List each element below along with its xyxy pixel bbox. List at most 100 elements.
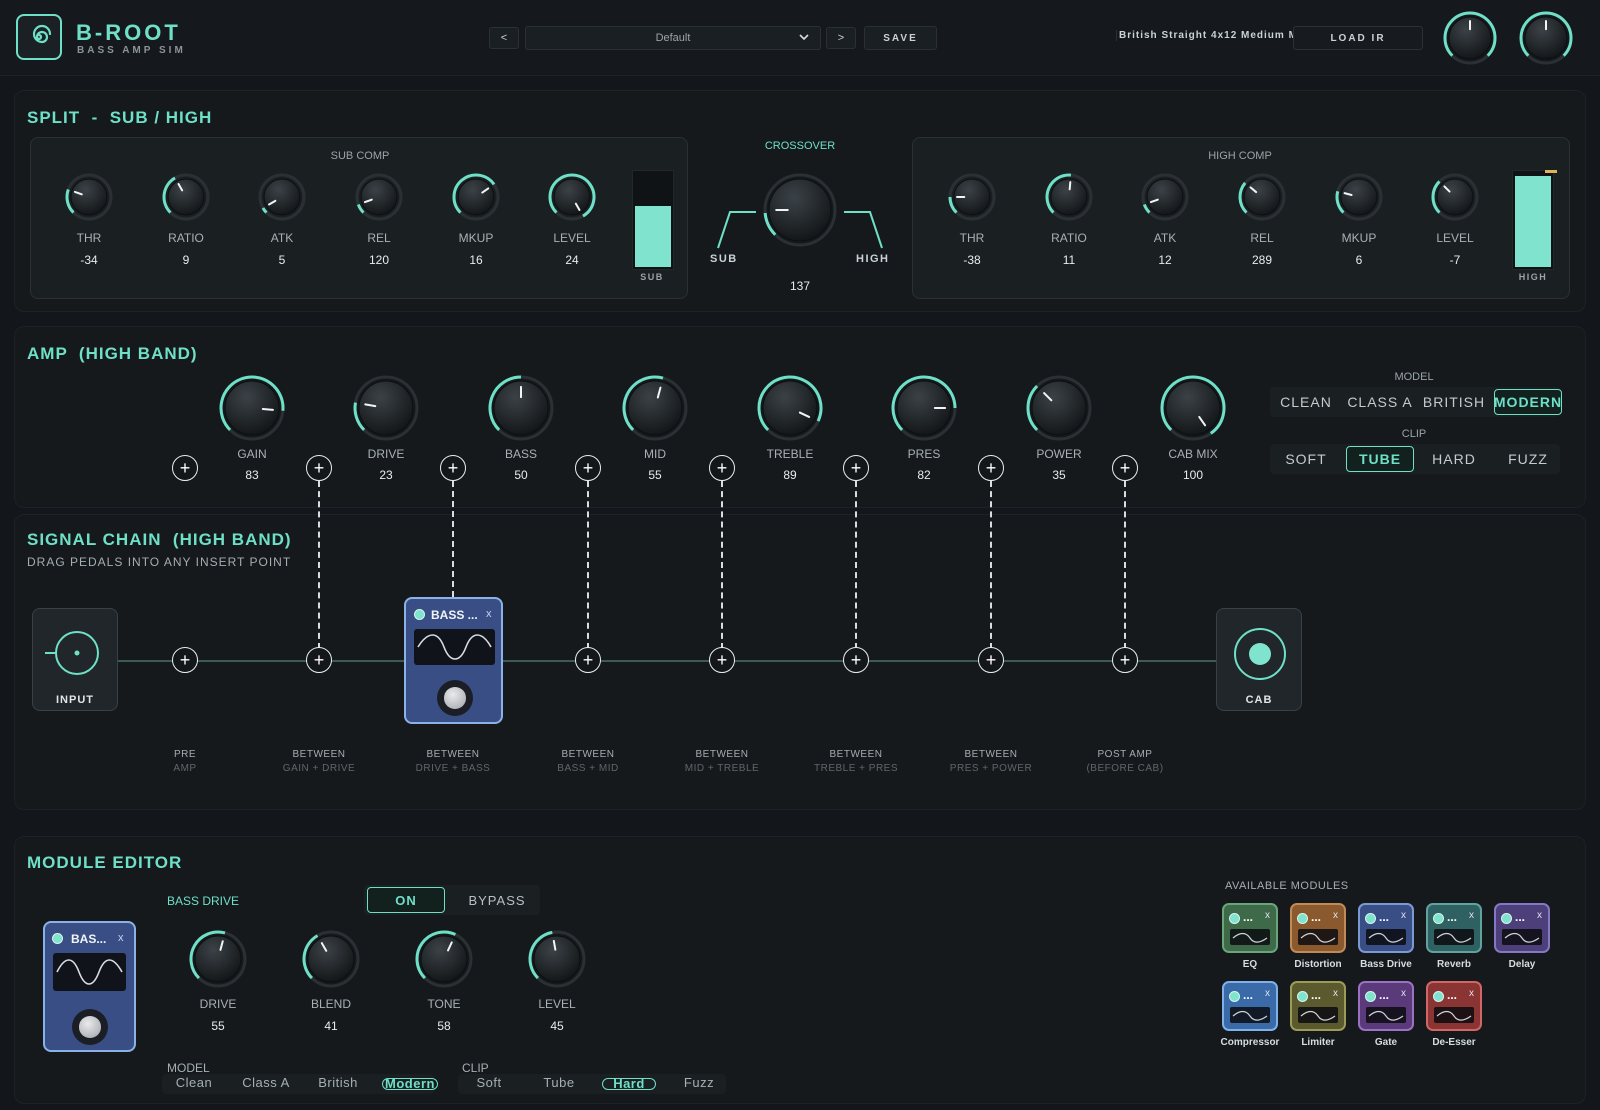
module-tile-reverb[interactable]: ... x	[1426, 903, 1482, 953]
amp-insert-add-button[interactable]: +	[843, 455, 869, 481]
amp-model-british[interactable]: BRITISH	[1420, 389, 1488, 415]
level-knob[interactable]	[547, 172, 597, 222]
insert-connector	[721, 481, 723, 649]
insert-connector	[990, 481, 992, 649]
module-tile-eq[interactable]: ... x	[1222, 903, 1278, 953]
pedal-close-icon[interactable]: x	[486, 608, 492, 620]
preset-prev-button[interactable]: <	[489, 27, 519, 49]
pedal-footswitch[interactable]	[437, 680, 473, 716]
chain-insert-add-button[interactable]: +	[172, 647, 198, 673]
insert-point-label: BETWEEN TREBLE + PRES	[801, 748, 911, 776]
module-led-icon	[1229, 913, 1240, 924]
sub-comp-label: SUB COMP	[330, 150, 390, 162]
amp-clip-hard[interactable]: HARD	[1420, 446, 1488, 472]
crossover-knob[interactable]	[762, 172, 838, 248]
amp-insert-add-button[interactable]: +	[978, 455, 1004, 481]
module-close-icon[interactable]: x	[118, 932, 124, 944]
module-tile-de-esser[interactable]: ... x	[1426, 981, 1482, 1031]
knob-label: POWER	[1036, 447, 1082, 461]
app-title: B-ROOT	[76, 20, 181, 45]
amp-clip-soft[interactable]: SOFT	[1272, 446, 1340, 472]
insert-point-label: BETWEEN BASS + MID	[533, 748, 643, 776]
input-gain-knob[interactable]	[1442, 10, 1498, 66]
insert-label-top: BETWEEN	[426, 749, 480, 760]
sub-meter-label: SUB	[640, 272, 664, 282]
amp-clip-fuzz[interactable]: FUZZ	[1494, 446, 1562, 472]
module-bypass-button[interactable]: BYPASS	[458, 887, 536, 913]
amp-insert-add-button[interactable]: +	[306, 455, 332, 481]
treble-knob[interactable]	[756, 374, 824, 442]
amp-clip-tube[interactable]: TUBE	[1346, 446, 1414, 472]
module-clip-fuzz[interactable]: Fuzz	[672, 1075, 726, 1090]
pres-knob[interactable]	[890, 374, 958, 442]
cab-mix-knob[interactable]	[1159, 374, 1227, 442]
amp-insert-add-button[interactable]: +	[575, 455, 601, 481]
module-tile-compressor[interactable]: ... x	[1222, 981, 1278, 1031]
chain-insert-add-button[interactable]: +	[843, 647, 869, 673]
blend-knob[interactable]	[301, 929, 361, 989]
knob-label: RATIO	[168, 231, 204, 245]
high-meter-label: HIGH	[1518, 272, 1548, 282]
bass-knob[interactable]	[487, 374, 555, 442]
knob-value: 55	[211, 1019, 225, 1033]
chain-insert-add-button[interactable]: +	[575, 647, 601, 673]
mid-knob[interactable]	[621, 374, 689, 442]
module-remove-icon: x	[1469, 988, 1474, 999]
waveform-icon	[1232, 1010, 1268, 1021]
amp-insert-add-button[interactable]: +	[1112, 455, 1138, 481]
insert-label-bottom: PRES + POWER	[949, 763, 1033, 774]
module-clip-soft[interactable]: Soft	[462, 1075, 516, 1090]
level-knob[interactable]	[1430, 172, 1480, 222]
power-knob[interactable]	[1025, 374, 1093, 442]
drive-knob[interactable]	[352, 374, 420, 442]
cab-node[interactable]: CAB	[1216, 608, 1302, 711]
amp-insert-add-button[interactable]: +	[709, 455, 735, 481]
ratio-knob[interactable]	[1044, 172, 1094, 222]
chain-insert-add-button[interactable]: +	[1112, 647, 1138, 673]
module-tile-gate[interactable]: ... x	[1358, 981, 1414, 1031]
module-tile-distortion[interactable]: ... x	[1290, 903, 1346, 953]
chain-insert-add-button[interactable]: +	[306, 647, 332, 673]
insert-point-label: BETWEEN PRES + POWER	[936, 748, 1046, 776]
thr-knob[interactable]	[947, 172, 997, 222]
load-ir-button[interactable]: LOAD IR	[1293, 26, 1423, 50]
module-tile-limiter[interactable]: ... x	[1290, 981, 1346, 1031]
mkup-knob[interactable]	[1334, 172, 1384, 222]
module-tile-bass-drive[interactable]: ... x	[1358, 903, 1414, 953]
module-footswitch	[72, 1009, 108, 1045]
amp-insert-add-button[interactable]: +	[440, 455, 466, 481]
rel-knob[interactable]	[1237, 172, 1287, 222]
level-knob[interactable]	[527, 929, 587, 989]
module-model-class-a[interactable]: Class A	[238, 1075, 294, 1090]
input-node[interactable]: INPUT	[32, 608, 118, 711]
ratio-knob[interactable]	[161, 172, 211, 222]
thr-knob[interactable]	[64, 172, 114, 222]
module-model-clean[interactable]: Clean	[166, 1075, 222, 1090]
chain-insert-add-button[interactable]: +	[709, 647, 735, 673]
module-model-british[interactable]: British	[310, 1075, 366, 1090]
module-remove-icon: x	[1333, 988, 1338, 999]
split-title: SPLIT - SUB / HIGH	[27, 108, 213, 127]
amp-model-clean[interactable]: CLEAN	[1272, 389, 1340, 415]
rel-knob[interactable]	[354, 172, 404, 222]
gain-knob[interactable]	[218, 374, 286, 442]
atk-knob[interactable]	[257, 172, 307, 222]
save-button[interactable]: SAVE	[864, 26, 937, 50]
preset-next-button[interactable]: >	[826, 27, 856, 49]
preset-dropdown[interactable]: Default	[525, 26, 821, 50]
mkup-knob[interactable]	[451, 172, 501, 222]
module-tile-delay[interactable]: ... x	[1494, 903, 1550, 953]
amp-model-modern[interactable]: MODERN	[1494, 389, 1562, 415]
amp-model-class-a[interactable]: CLASS A	[1346, 389, 1414, 415]
module-clip-hard[interactable]: Hard	[602, 1077, 656, 1090]
atk-knob[interactable]	[1140, 172, 1190, 222]
bass-drive-pedal[interactable]: BASS ... x	[404, 597, 503, 724]
module-clip-tube[interactable]: Tube	[532, 1075, 586, 1090]
drive-knob[interactable]	[188, 929, 248, 989]
amp-insert-add-button[interactable]: +	[172, 455, 198, 481]
chain-insert-add-button[interactable]: +	[978, 647, 1004, 673]
tone-knob[interactable]	[414, 929, 474, 989]
output-volume-knob[interactable]	[1518, 10, 1574, 66]
module-on-button[interactable]: ON	[367, 887, 445, 913]
module-model-modern[interactable]: Modern	[382, 1077, 438, 1090]
